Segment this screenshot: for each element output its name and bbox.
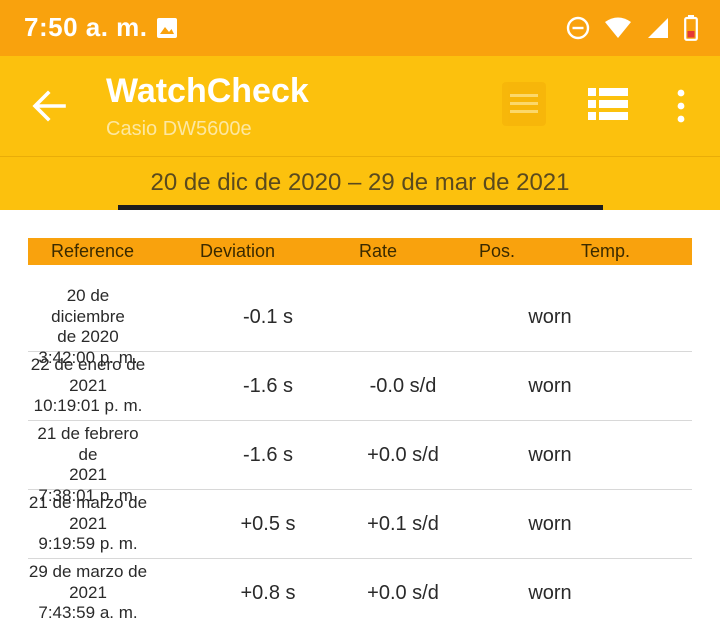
reference-cell: 22 de enero de 2021 10:19:01 p. m.	[30, 355, 146, 415]
signal-icon	[648, 18, 668, 38]
position-cell: worn	[528, 582, 572, 604]
tab-indicator	[118, 205, 603, 210]
header-temp: Temp.	[581, 241, 631, 261]
header-rate: Rate	[359, 241, 398, 261]
header-reference: Reference	[51, 241, 135, 261]
deviation-cell: -0.1 s	[242, 306, 294, 328]
app-bar: WatchCheck Casio DW5600e	[0, 56, 720, 156]
table-row[interactable]: 20 de diciembre de 2020 3:42:00 p. m. -0…	[28, 283, 692, 367]
position-cell: worn	[528, 375, 572, 397]
header-pos: Pos.	[479, 241, 516, 261]
deviation-cell: -1.6 s	[242, 375, 294, 397]
table-header: Reference Deviation Rate Pos. Temp.	[28, 238, 692, 265]
wifi-icon	[605, 17, 631, 38]
rate-cell: -0.0 s/d	[369, 375, 437, 397]
deviation-cell: -1.6 s	[242, 444, 294, 466]
status-bar: 7:50 a. m.	[0, 0, 720, 56]
watch-subtitle: Casio DW5600e	[106, 118, 252, 140]
back-arrow-icon[interactable]	[30, 87, 68, 125]
image-icon	[157, 18, 177, 38]
measurement-list: 20 de diciembre de 2020 3:42:00 p. m. -0…	[28, 283, 692, 628]
table-row[interactable]: 29 de marzo de 2021 7:43:59 a. m. +0.8 s…	[28, 559, 692, 628]
app-title: WatchCheck	[106, 72, 309, 110]
table-row[interactable]: 21 de marzo de 2021 9:19:59 p. m. +0.5 s…	[28, 490, 692, 559]
position-cell: worn	[528, 444, 572, 466]
list-icon[interactable]	[586, 84, 630, 124]
deviation-cell: +0.5 s	[240, 513, 296, 535]
reference-cell: 21 de marzo de 2021 9:19:59 p. m.	[28, 493, 148, 553]
table-row[interactable]: 21 de febrero de 2021 7:38:01 p. m. -1.6…	[28, 421, 692, 505]
header-deviation: Deviation	[200, 241, 276, 261]
status-icons	[566, 12, 698, 44]
status-time: 7:50 a. m.	[24, 12, 148, 42]
chart-icon	[510, 94, 538, 113]
battery-low-icon	[684, 15, 698, 41]
do-not-disturb-icon	[566, 16, 590, 40]
rate-cell: +0.1 s/d	[367, 513, 439, 535]
position-cell: worn	[528, 306, 572, 328]
more-vert-icon[interactable]	[664, 84, 698, 128]
rate-cell: +0.0 s/d	[367, 444, 439, 466]
reference-cell: 29 de marzo de 2021 7:43:59 a. m.	[28, 562, 148, 622]
chart-view-button[interactable]	[502, 82, 546, 126]
table-row[interactable]: 22 de enero de 2021 10:19:01 p. m. -1.6 …	[28, 352, 692, 421]
position-cell: worn	[528, 513, 572, 535]
rate-cell	[333, 283, 473, 352]
rate-cell: +0.0 s/d	[367, 582, 439, 604]
date-range-tab[interactable]: 20 de dic de 2020 – 29 de mar de 2021	[0, 156, 720, 210]
deviation-cell: +0.8 s	[240, 582, 296, 604]
date-range-label[interactable]: 20 de dic de 2020 – 29 de mar de 2021	[0, 169, 720, 197]
